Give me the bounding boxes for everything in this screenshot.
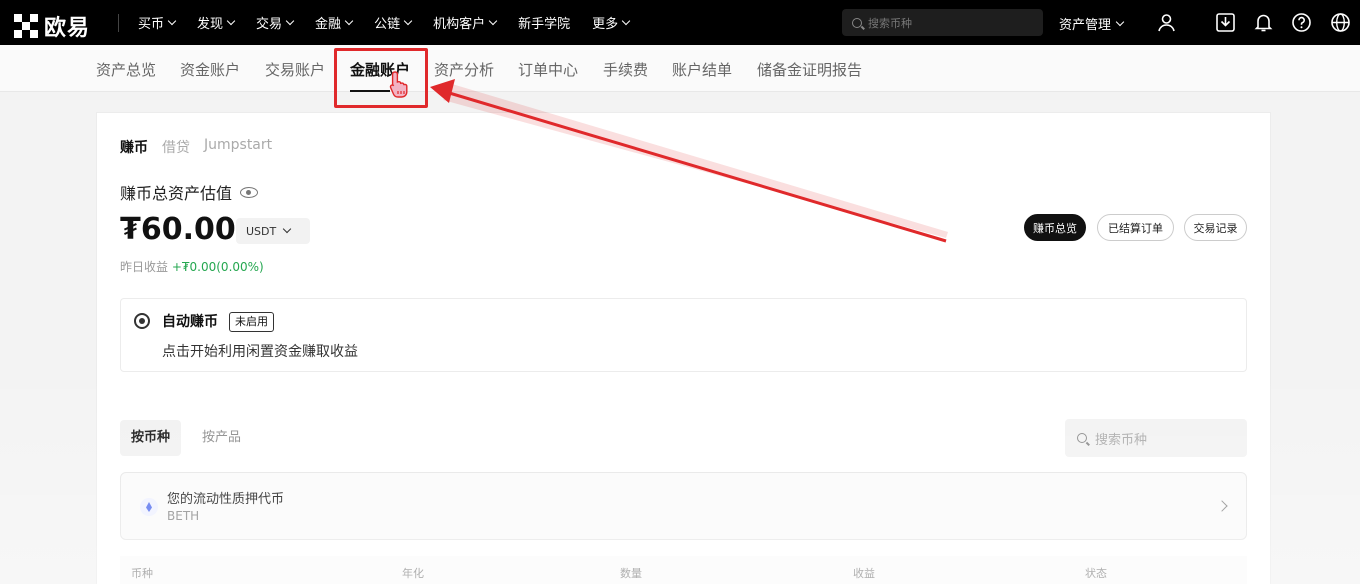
earn-tabs: 赚币 借贷 Jumpstart <box>120 137 272 157</box>
total-value-label: 赚币总资产估值 <box>120 184 233 203</box>
nav-label: 公链 <box>374 17 401 32</box>
nav-label: 更多 <box>592 17 619 32</box>
tab-order-center[interactable]: 订单中心 <box>518 59 578 80</box>
chevron-down-icon <box>621 16 631 25</box>
nav-item-academy[interactable]: 新手学院 <box>518 13 570 32</box>
nav-item-discover[interactable]: 发现 <box>197 13 236 32</box>
currency-value: USDT <box>246 224 277 238</box>
nav-item-trade[interactable]: 交易 <box>256 13 295 32</box>
chevron-down-icon <box>167 16 177 25</box>
top-search-input[interactable]: 搜索币种 <box>842 9 1043 36</box>
tab-by-coin[interactable]: 按币种 <box>120 420 182 456</box>
download-icon[interactable] <box>1215 12 1236 33</box>
bell-icon[interactable] <box>1253 12 1274 33</box>
column-header-status: 状态 <box>1085 567 1107 580</box>
search-icon <box>1077 433 1087 443</box>
nav-label: 新手学院 <box>518 17 571 32</box>
tab-asset-analysis[interactable]: 资产分析 <box>434 59 494 80</box>
auto-earn-description: 点击开始利用闲置资金赚取收益 <box>162 344 358 360</box>
tab-fees[interactable]: 手续费 <box>603 59 648 80</box>
brand-name: 欧易 <box>44 16 91 41</box>
product-name: 您的流动性质押代币 <box>167 492 285 507</box>
list-item[interactable] <box>120 472 1247 540</box>
column-header-amount: 数量 <box>620 567 642 580</box>
tab-funding-account[interactable]: 资金账户 <box>180 59 240 80</box>
status-badge: 未启用 <box>229 312 274 332</box>
chevron-down-icon <box>226 16 236 25</box>
asset-management-label: 资产管理 <box>1059 18 1112 33</box>
tab-loan[interactable]: 借贷 <box>162 137 190 157</box>
chevron-down-icon <box>344 16 354 25</box>
globe-icon[interactable] <box>1330 12 1351 33</box>
nav-label: 交易 <box>256 17 283 32</box>
tab-trading-account[interactable]: 交易账户 <box>265 59 325 80</box>
chevron-down-icon <box>1115 17 1125 26</box>
coin-search-input[interactable]: 搜索币种 <box>1065 419 1247 457</box>
product-symbol: BETH <box>167 509 200 523</box>
nav-item-chain[interactable]: 公链 <box>374 13 413 32</box>
chevron-down-icon <box>285 16 295 25</box>
yesterday-label: 昨日收益 <box>120 260 169 274</box>
eye-icon[interactable] <box>240 186 259 198</box>
total-amount: ₮60.00 <box>120 212 236 247</box>
nav-item-buy[interactable]: 买币 <box>138 13 177 32</box>
earn-overview-button[interactable]: 赚币总览 <box>1024 214 1086 241</box>
transaction-history-button[interactable]: 交易记录 <box>1184 214 1247 241</box>
column-header-earnings: 收益 <box>853 567 875 580</box>
top-navbar: 欧易 买币 发现 交易 金融 公链 机构客户 新手学院 更多 搜索币种 资产管理 <box>0 0 1360 45</box>
holdings-table-header <box>120 556 1247 584</box>
tab-proof-of-reserves[interactable]: 储备金证明报告 <box>757 59 862 80</box>
tab-earn[interactable]: 赚币 <box>120 137 148 157</box>
nav-label: 金融 <box>315 17 342 32</box>
settled-orders-button[interactable]: 已结算订单 <box>1097 214 1174 241</box>
highlight-box <box>334 48 428 108</box>
logo-icon <box>14 14 38 38</box>
yesterday-value: +₮0.00(0.00%) <box>171 260 264 274</box>
nav-item-finance[interactable]: 金融 <box>315 13 354 32</box>
column-header-apr: 年化 <box>402 567 424 580</box>
nav-label: 发现 <box>197 17 224 32</box>
nav-item-more[interactable]: 更多 <box>592 13 631 32</box>
help-icon[interactable] <box>1291 12 1312 33</box>
currency-select[interactable]: USDT <box>236 218 310 244</box>
chevron-down-icon <box>282 224 292 234</box>
nav-item-institutional[interactable]: 机构客户 <box>433 13 498 32</box>
nav-label: 机构客户 <box>433 17 486 32</box>
search-placeholder: 搜索币种 <box>868 16 912 30</box>
user-icon[interactable] <box>1156 12 1177 33</box>
yesterday-earnings: 昨日收益 +₮0.00(0.00%) <box>120 258 264 275</box>
tab-asset-overview[interactable]: 资产总览 <box>96 59 156 80</box>
asset-management-menu[interactable]: 资产管理 <box>1059 14 1125 33</box>
eth-icon <box>140 498 158 516</box>
total-value-heading: 赚币总资产估值 <box>120 180 259 204</box>
account-subnav: 资产总览 资金账户 交易账户 金融账户 资产分析 订单中心 手续费 账户结单 储… <box>0 45 1360 92</box>
tab-statements[interactable]: 账户结单 <box>672 59 732 80</box>
auto-earn-icon <box>134 313 150 329</box>
pointer-hand-icon <box>389 71 408 98</box>
column-header-coin: 币种 <box>131 567 153 580</box>
tab-by-product[interactable]: 按产品 <box>191 420 252 456</box>
nav-divider <box>118 14 119 32</box>
tab-jumpstart[interactable]: Jumpstart <box>204 137 272 157</box>
search-icon <box>852 17 862 28</box>
nav-label: 买币 <box>138 17 165 32</box>
coin-search-placeholder: 搜索币种 <box>1095 432 1148 448</box>
chevron-down-icon <box>403 16 413 25</box>
auto-earn-title: 自动赚币 <box>162 314 218 330</box>
main-nav: 买币 发现 交易 金融 公链 机构客户 新手学院 更多 <box>138 0 631 45</box>
chevron-down-icon <box>488 16 498 25</box>
brand-logo[interactable]: 欧易 <box>14 10 90 42</box>
